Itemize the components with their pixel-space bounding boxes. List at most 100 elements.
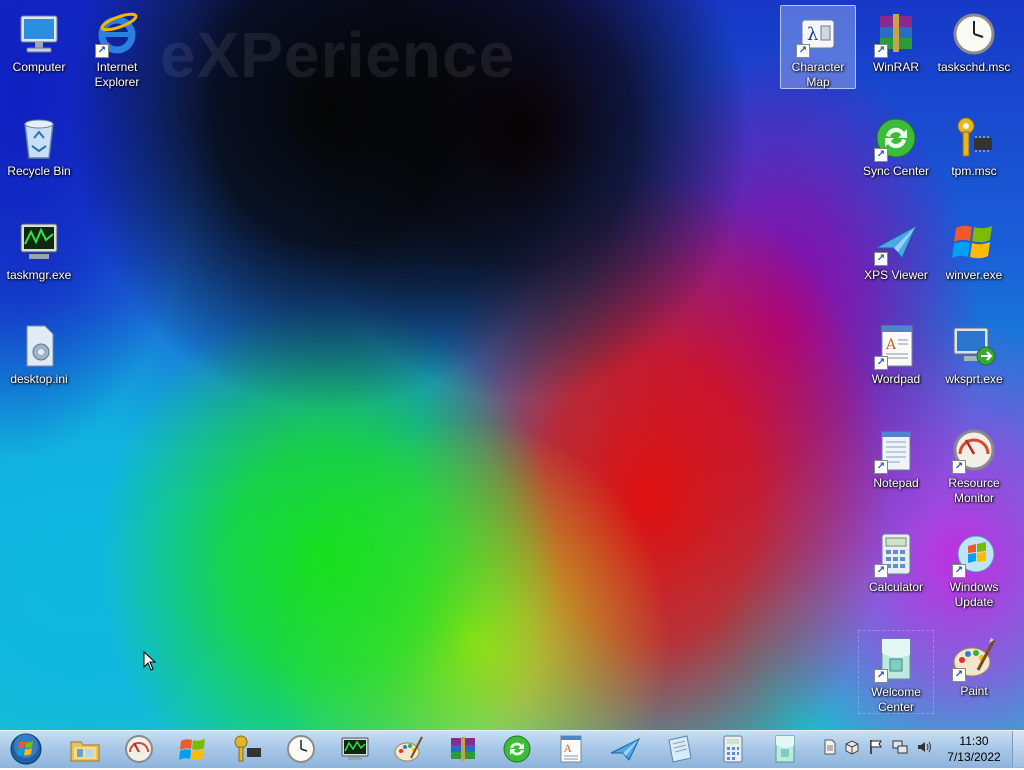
taskbar-taskmgr[interactable]	[335, 732, 375, 766]
taskbar-tpm[interactable]	[227, 732, 267, 766]
icon-label: taskmgr.exe	[6, 268, 72, 282]
shortcut-arrow-icon: ↗	[874, 356, 888, 370]
taskbar-resource-monitor[interactable]	[119, 732, 159, 766]
icon-label: tpm.msc	[951, 164, 997, 178]
desktop-icon-calculator[interactable]: ↗ Calculator	[858, 526, 934, 610]
shortcut-arrow-icon: ↗	[952, 668, 966, 682]
taskbar-notepad[interactable]	[659, 732, 699, 766]
remote-desktop-icon	[950, 322, 998, 370]
desktop-icon-welcome-center[interactable]: ↗ Welcome Center	[858, 630, 934, 714]
desktop-icon-resource-monitor[interactable]: ↗ Resource Monitor	[936, 422, 1012, 506]
taskmgr-icon	[341, 737, 369, 760]
desktop-icon-wksprt[interactable]: wksprt.exe	[936, 318, 1012, 402]
shortcut-arrow-icon: ↗	[874, 148, 888, 162]
flag-icon[interactable]	[868, 739, 884, 755]
gauge-icon: ↗	[950, 426, 998, 474]
network-icon[interactable]	[892, 739, 908, 755]
sync-center-icon: ↗	[872, 114, 920, 162]
desktop-icon-desktop-ini[interactable]: desktop.ini	[1, 318, 77, 402]
document-icon[interactable]	[822, 739, 838, 755]
taskbar: A 11:30 7/13/2022	[0, 730, 1024, 768]
resource-monitor-icon	[125, 735, 153, 763]
windows-flag-icon	[950, 218, 998, 266]
taskbar-calculator[interactable]	[713, 732, 753, 766]
key-chip-icon	[234, 735, 261, 762]
clock-time: 11:30	[959, 734, 989, 748]
desktop[interactable]: eXPerience Computer ↗ Internet Explorer …	[0, 0, 1024, 730]
taskbar-winver[interactable]	[173, 732, 213, 766]
welcome-center-icon: ↗	[872, 635, 920, 683]
desktop-icon-winrar[interactable]: ↗ WinRAR	[858, 6, 934, 90]
paint-icon	[394, 736, 423, 762]
shortcut-arrow-icon: ↗	[874, 564, 888, 578]
xps-viewer-icon	[610, 737, 641, 761]
icon-label: Character Map	[791, 60, 845, 89]
taskbar-paint[interactable]	[389, 732, 429, 766]
shortcut-arrow-icon: ↗	[874, 669, 888, 683]
icon-label: Welcome Center	[871, 685, 921, 714]
welcome-center-icon	[775, 735, 795, 763]
shortcut-arrow-icon: ↗	[874, 44, 888, 58]
icon-label: Recycle Bin	[7, 164, 71, 178]
taskbar-explorer[interactable]	[65, 732, 105, 766]
xps-viewer-icon: ↗	[872, 218, 920, 266]
icon-label: Paint	[960, 684, 988, 698]
desktop-icon-taskmgr[interactable]: taskmgr.exe	[1, 214, 77, 298]
desktop-icon-recycle-bin[interactable]: Recycle Bin	[1, 110, 77, 194]
notepad-icon: ↗	[872, 426, 920, 474]
sync-center-icon	[503, 735, 531, 763]
internet-explorer-icon: ↗	[93, 10, 141, 58]
taskbar-welcome-center[interactable]	[765, 732, 805, 766]
shortcut-arrow-icon: ↗	[874, 460, 888, 474]
icon-label: WinRAR	[872, 60, 919, 74]
desktop-icon-wordpad[interactable]: A ↗ Wordpad	[858, 318, 934, 402]
recycle-bin-icon	[15, 114, 63, 162]
show-desktop-button[interactable]	[1012, 731, 1024, 767]
desktop-icon-internet-explorer[interactable]: ↗ Internet Explorer	[79, 6, 155, 90]
taskbar-taskschd[interactable]	[281, 732, 321, 766]
clock-icon	[950, 10, 998, 58]
desktop-icon-xps-viewer[interactable]: ↗ XPS Viewer	[858, 214, 934, 298]
icon-label: Sync Center	[862, 164, 930, 178]
shortcut-arrow-icon: ↗	[796, 44, 810, 58]
windows-update-icon: ↗	[950, 530, 998, 578]
taskbar-xps-viewer[interactable]	[605, 732, 645, 766]
desktop-icon-character-map[interactable]: λ ↗ Character Map	[780, 5, 856, 89]
taskbar-sync-center[interactable]	[497, 732, 537, 766]
svg-text:λ: λ	[807, 24, 818, 45]
character-map-icon: λ ↗	[794, 10, 842, 58]
winrar-icon: ↗	[872, 10, 920, 58]
start-button[interactable]	[6, 732, 46, 766]
clock-date: 7/13/2022	[947, 750, 1001, 764]
paint-icon: ↗	[950, 634, 998, 682]
taskbar-clock[interactable]: 11:30 7/13/2022	[930, 733, 1018, 765]
desktop-icon-tpm[interactable]: tpm.msc	[936, 110, 1012, 194]
desktop-icon-taskschd[interactable]: taskschd.msc	[936, 6, 1012, 90]
wordpad-icon: A	[560, 735, 582, 763]
calculator-icon	[723, 735, 743, 763]
icon-label: winver.exe	[945, 268, 1003, 282]
icon-label: Windows Update	[949, 580, 999, 609]
icon-label: Resource Monitor	[948, 476, 1000, 505]
key-chip-icon	[950, 114, 998, 162]
taskmgr-icon	[15, 218, 63, 266]
desktop-icon-winver[interactable]: winver.exe	[936, 214, 1012, 298]
desktop-icon-notepad[interactable]: ↗ Notepad	[858, 422, 934, 506]
calculator-icon: ↗	[872, 530, 920, 578]
winrar-icon	[451, 737, 475, 761]
taskbar-wordpad[interactable]: A	[551, 732, 591, 766]
package-icon[interactable]	[844, 739, 860, 755]
icon-label: wksprt.exe	[945, 372, 1003, 386]
desktop-icon-sync-center[interactable]: ↗ Sync Center	[858, 110, 934, 194]
clock-icon	[287, 735, 315, 763]
shortcut-arrow-icon: ↗	[952, 564, 966, 578]
desktop-icon-computer[interactable]: Computer	[1, 6, 77, 90]
icon-label: Wordpad	[871, 372, 921, 386]
shortcut-arrow-icon: ↗	[952, 460, 966, 474]
icon-label: Notepad	[873, 476, 919, 490]
desktop-icon-paint[interactable]: ↗ Paint	[936, 630, 1012, 714]
taskbar-winrar[interactable]	[443, 732, 483, 766]
start-orb-icon	[10, 733, 42, 765]
notepad-icon	[668, 735, 692, 763]
desktop-icon-windows-update[interactable]: ↗ Windows Update	[936, 526, 1012, 610]
